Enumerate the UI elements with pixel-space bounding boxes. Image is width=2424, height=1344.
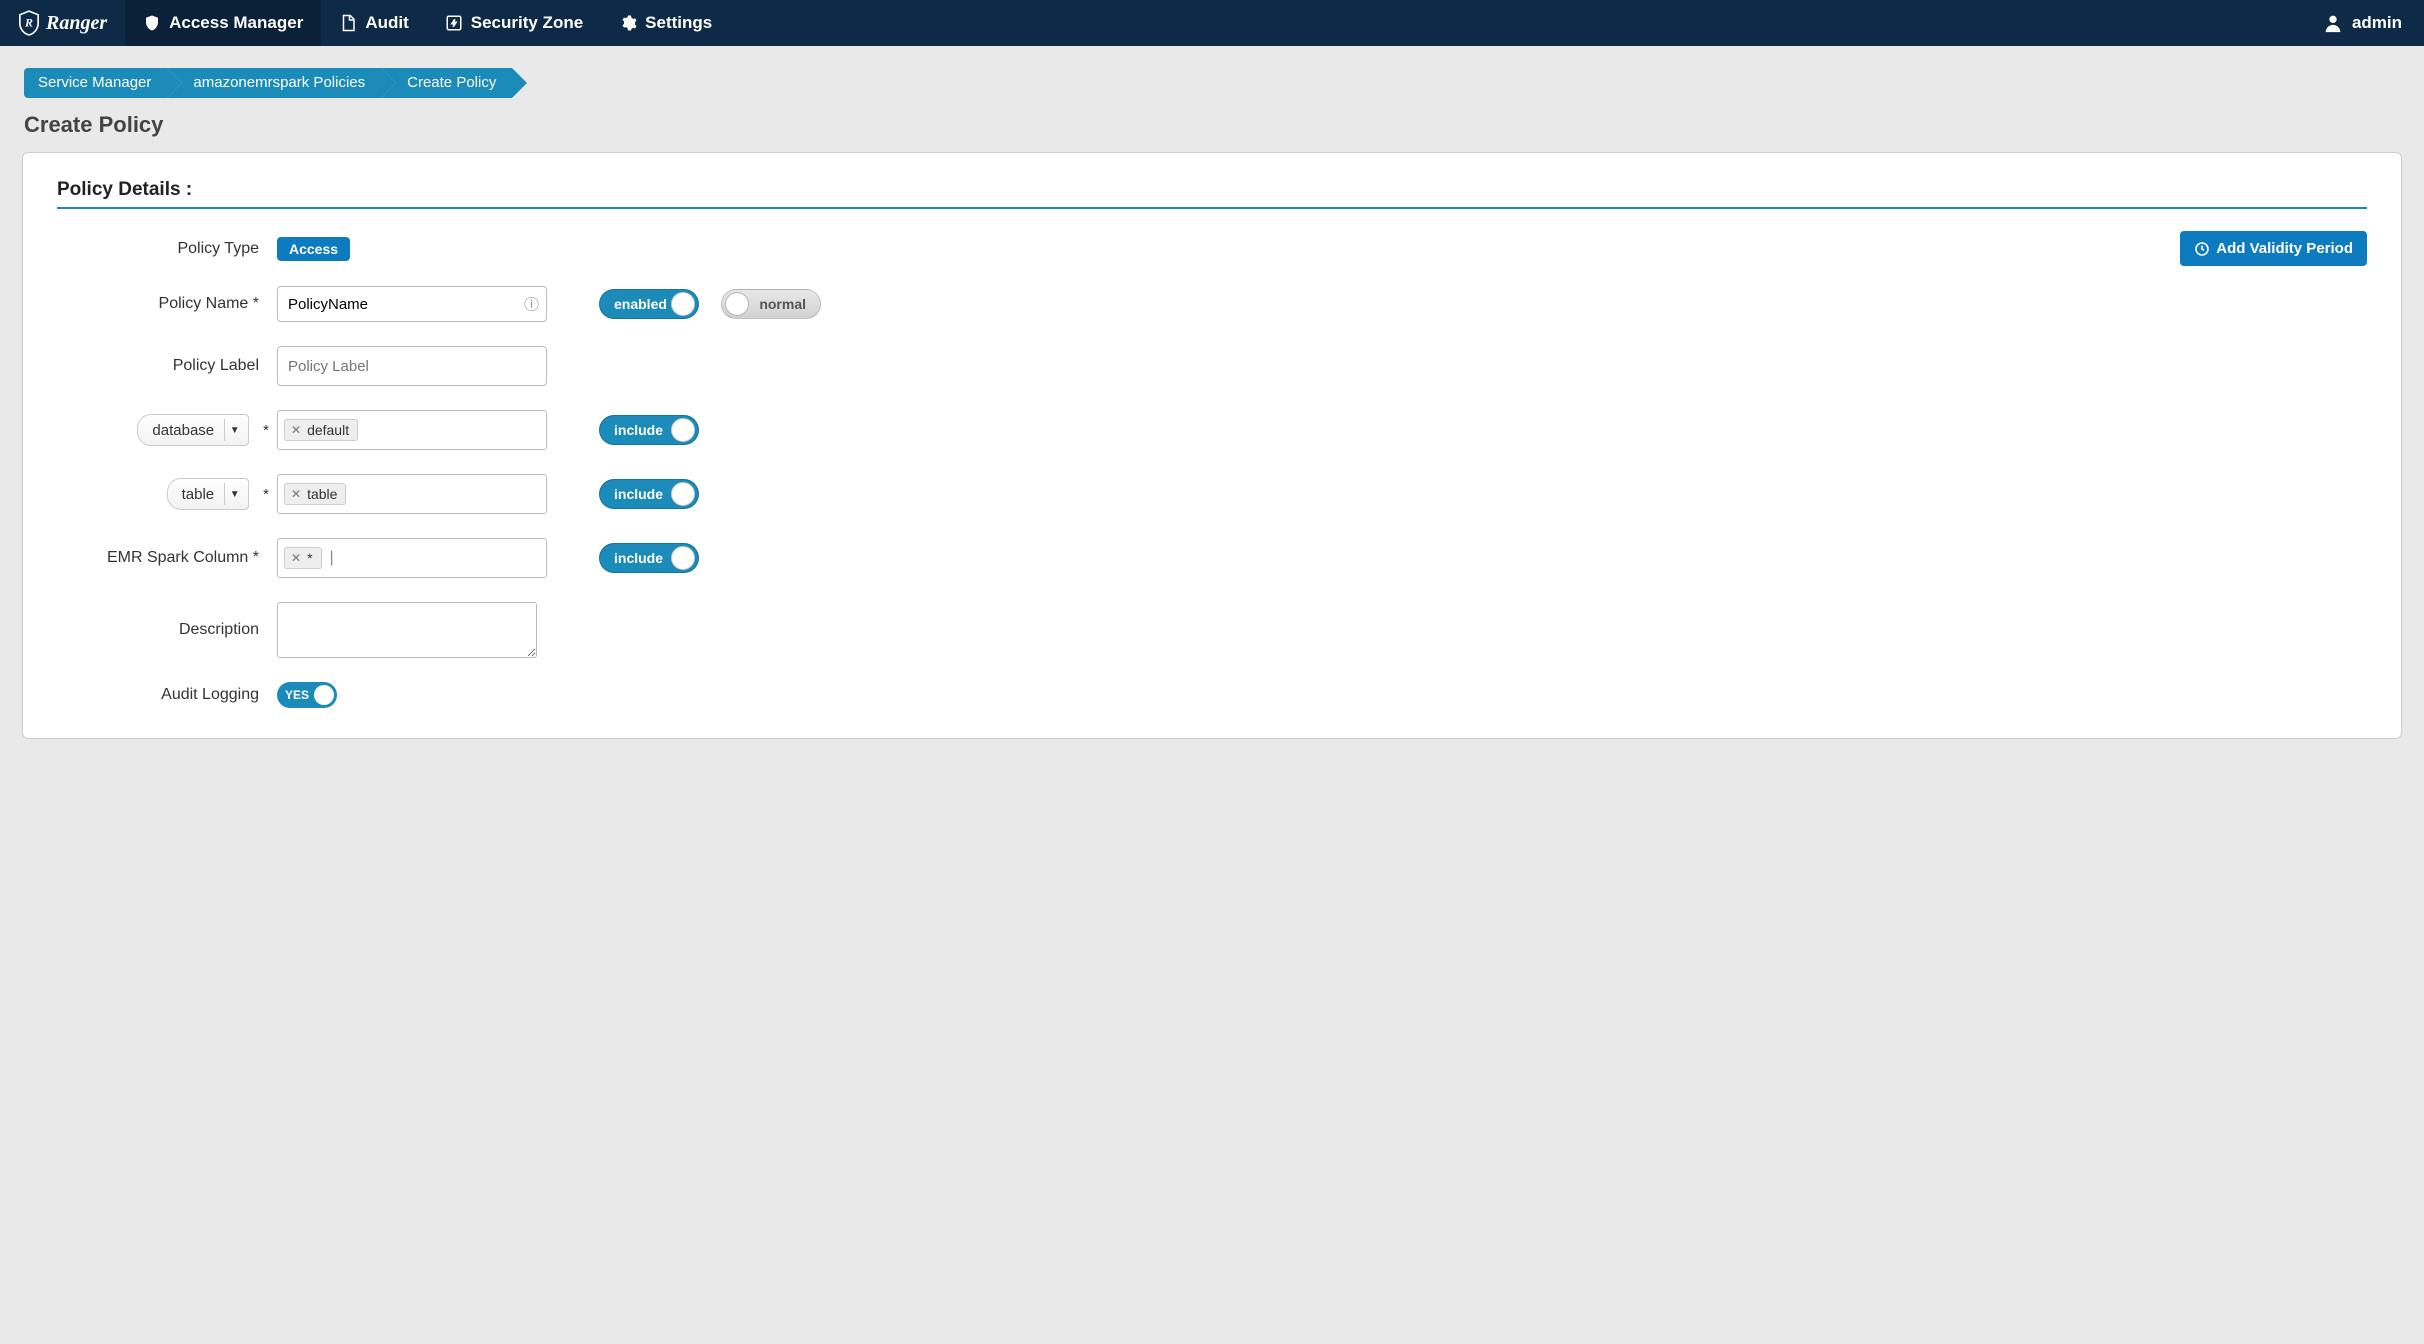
toggle-knob: [671, 482, 695, 506]
nav-security-label: Security Zone: [471, 13, 583, 33]
svg-text:R: R: [24, 16, 33, 30]
label-audit: Audit Logging: [57, 686, 277, 704]
nav-audit-label: Audit: [365, 13, 408, 33]
nav-access-manager[interactable]: Access Manager: [125, 0, 321, 46]
user-menu[interactable]: admin: [2300, 0, 2424, 46]
database-resource-dropdown[interactable]: database ▼: [137, 414, 249, 446]
label-policy-name: Policy Name *: [57, 295, 277, 313]
gear-icon: [619, 14, 637, 32]
label-emr-column: EMR Spark Column *: [57, 549, 277, 567]
row-policy-label: Policy Label: [57, 346, 2367, 386]
row-emr-column: EMR Spark Column * ✕ * | include: [57, 538, 2367, 578]
column-tag-text: *: [307, 550, 312, 566]
table-tag: ✕ table: [284, 483, 346, 505]
database-dd-label: database: [152, 422, 214, 439]
row-description: Description: [57, 602, 2367, 658]
table-include-toggle[interactable]: include: [599, 479, 699, 509]
row-policy-type: Policy Type Access Add Validity Period: [57, 231, 2367, 266]
page-title: Create Policy: [24, 112, 2424, 138]
brand-text: Ranger: [46, 12, 107, 35]
shield-icon: [143, 14, 161, 32]
crumb-service-manager[interactable]: Service Manager: [24, 68, 167, 98]
tag-remove-icon[interactable]: ✕: [291, 551, 301, 565]
section-title: Policy Details :: [57, 179, 2367, 201]
clock-icon: [2194, 241, 2210, 257]
user-name: admin: [2352, 13, 2402, 33]
row-table: table ▼ * ✕ table include: [57, 474, 2367, 514]
toggle-knob: [671, 292, 695, 316]
crumb-create-policy[interactable]: Create Policy: [381, 68, 512, 98]
user-icon: [2322, 12, 2344, 34]
breadcrumb: Service Manager amazonemrspark Policies …: [24, 68, 2424, 98]
audit-toggle-label: YES: [285, 688, 309, 702]
include-label: include: [614, 422, 663, 438]
row-audit: Audit Logging YES: [57, 682, 2367, 708]
table-dd-label: table: [182, 486, 215, 503]
section-divider: [57, 207, 2367, 209]
crumb-service-policies[interactable]: amazonemrspark Policies: [167, 68, 381, 98]
nav-access-label: Access Manager: [169, 13, 303, 33]
tag-remove-icon[interactable]: ✕: [291, 487, 301, 501]
required-mark: *: [263, 486, 269, 503]
validity-btn-label: Add Validity Period: [2216, 240, 2353, 257]
table-tag-input[interactable]: ✕ table: [277, 474, 547, 514]
label-policy-type: Policy Type: [57, 240, 277, 258]
policy-name-input[interactable]: [277, 286, 547, 322]
override-toggle-label: normal: [759, 296, 806, 312]
toggle-knob: [314, 685, 334, 705]
bolt-square-icon: [445, 14, 463, 32]
tag-remove-icon[interactable]: ✕: [291, 423, 301, 437]
column-tag: ✕ *: [284, 547, 322, 569]
text-cursor: |: [328, 549, 334, 567]
enabled-toggle[interactable]: enabled: [599, 289, 699, 319]
table-resource-dropdown[interactable]: table ▼: [167, 478, 250, 510]
chevron-down-icon: ▼: [224, 419, 238, 441]
audit-toggle[interactable]: YES: [277, 682, 337, 708]
table-tag-text: table: [307, 486, 337, 502]
row-database: database ▼ * ✕ default include: [57, 410, 2367, 450]
row-policy-name: Policy Name * ⓘ enabled normal: [57, 286, 2367, 322]
required-mark: *: [263, 422, 269, 439]
include-label: include: [614, 486, 663, 502]
toggle-knob: [671, 546, 695, 570]
document-icon: [339, 14, 357, 32]
database-tag-text: default: [307, 422, 349, 438]
toggle-knob: [725, 292, 749, 316]
brand-shield-icon: R: [18, 10, 40, 36]
nav-audit[interactable]: Audit: [321, 0, 426, 46]
label-policy-label: Policy Label: [57, 357, 277, 375]
database-include-toggle[interactable]: include: [599, 415, 699, 445]
toggle-knob: [671, 418, 695, 442]
policy-label-input[interactable]: [277, 346, 547, 386]
column-tag-input[interactable]: ✕ * |: [277, 538, 547, 578]
add-validity-period-button[interactable]: Add Validity Period: [2180, 231, 2367, 266]
override-toggle[interactable]: normal: [721, 289, 821, 319]
policy-type-badge: Access: [277, 237, 350, 261]
nav-settings[interactable]: Settings: [601, 0, 730, 46]
nav-settings-label: Settings: [645, 13, 712, 33]
description-textarea[interactable]: [277, 602, 537, 658]
nav-security-zone[interactable]: Security Zone: [427, 0, 601, 46]
top-nav: R Ranger Access Manager Audit Security Z…: [0, 0, 2424, 46]
database-tag-input[interactable]: ✕ default: [277, 410, 547, 450]
chevron-down-icon: ▼: [224, 483, 238, 505]
policy-panel: Policy Details : Policy Type Access Add …: [22, 152, 2402, 739]
brand: R Ranger: [0, 0, 125, 46]
column-include-toggle[interactable]: include: [599, 543, 699, 573]
database-tag: ✕ default: [284, 419, 358, 441]
enabled-toggle-label: enabled: [614, 296, 667, 312]
label-description: Description: [57, 621, 277, 639]
info-icon[interactable]: ⓘ: [524, 294, 539, 315]
include-label: include: [614, 550, 663, 566]
